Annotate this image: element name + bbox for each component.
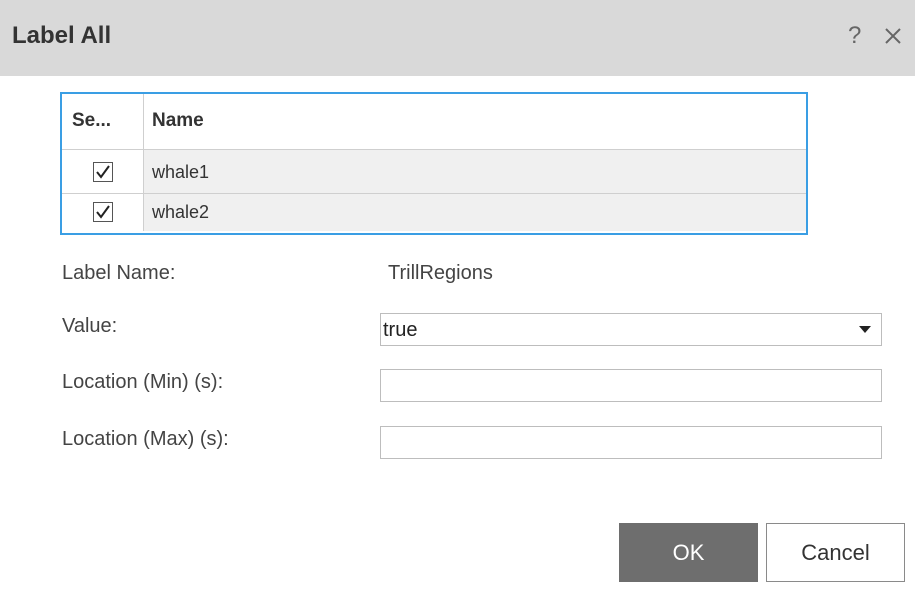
- location-min-label: Location (Min) (s):: [62, 371, 224, 393]
- select-checkbox-whale1[interactable]: [93, 162, 113, 182]
- close-icon[interactable]: [880, 22, 908, 50]
- title-bar: Label All ?: [0, 0, 915, 76]
- signal-name: whale1: [152, 162, 210, 182]
- table-row[interactable]: whale2: [62, 194, 806, 231]
- cancel-button[interactable]: Cancel: [766, 523, 905, 582]
- value-dropdown-selected: true: [383, 319, 418, 341]
- signal-name: whale2: [152, 202, 210, 222]
- column-header-name[interactable]: Name: [152, 110, 204, 132]
- value-label: Value:: [62, 315, 118, 337]
- column-header-select[interactable]: Se...: [72, 110, 111, 132]
- location-min-input[interactable]: [380, 369, 882, 402]
- select-cell: [62, 194, 144, 231]
- location-max-label: Location (Max) (s):: [62, 428, 229, 450]
- label-name-label: Label Name:: [62, 262, 176, 284]
- ok-button[interactable]: OK: [619, 523, 758, 582]
- select-checkbox-whale2[interactable]: [93, 202, 113, 222]
- location-max-input[interactable]: [380, 426, 882, 459]
- value-dropdown[interactable]: true: [380, 313, 882, 346]
- checkmark-icon: [96, 165, 110, 179]
- signal-table: Se... Name whale1 whale2: [60, 92, 808, 235]
- label-name-value: TrillRegions: [388, 262, 493, 284]
- dialog-title: Label All: [12, 22, 112, 49]
- checkmark-icon: [96, 205, 110, 219]
- help-icon[interactable]: ?: [848, 22, 861, 50]
- table-header-row: Se... Name: [62, 94, 806, 150]
- table-row[interactable]: whale1: [62, 150, 806, 194]
- select-cell: [62, 150, 144, 193]
- chevron-down-icon: [859, 326, 871, 333]
